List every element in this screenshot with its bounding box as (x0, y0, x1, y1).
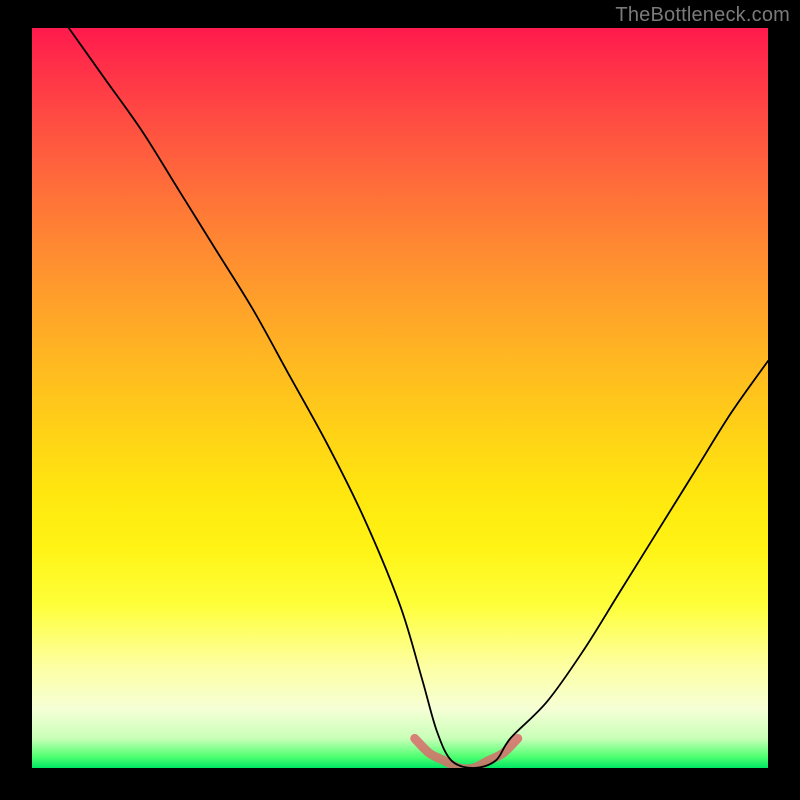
plot-area (32, 28, 768, 768)
curve-layer (32, 28, 768, 768)
chart-frame: TheBottleneck.com (0, 0, 800, 800)
watermark-text: TheBottleneck.com (615, 4, 790, 27)
bottleneck-curve (69, 28, 768, 768)
safe-zone-accent (415, 738, 518, 768)
